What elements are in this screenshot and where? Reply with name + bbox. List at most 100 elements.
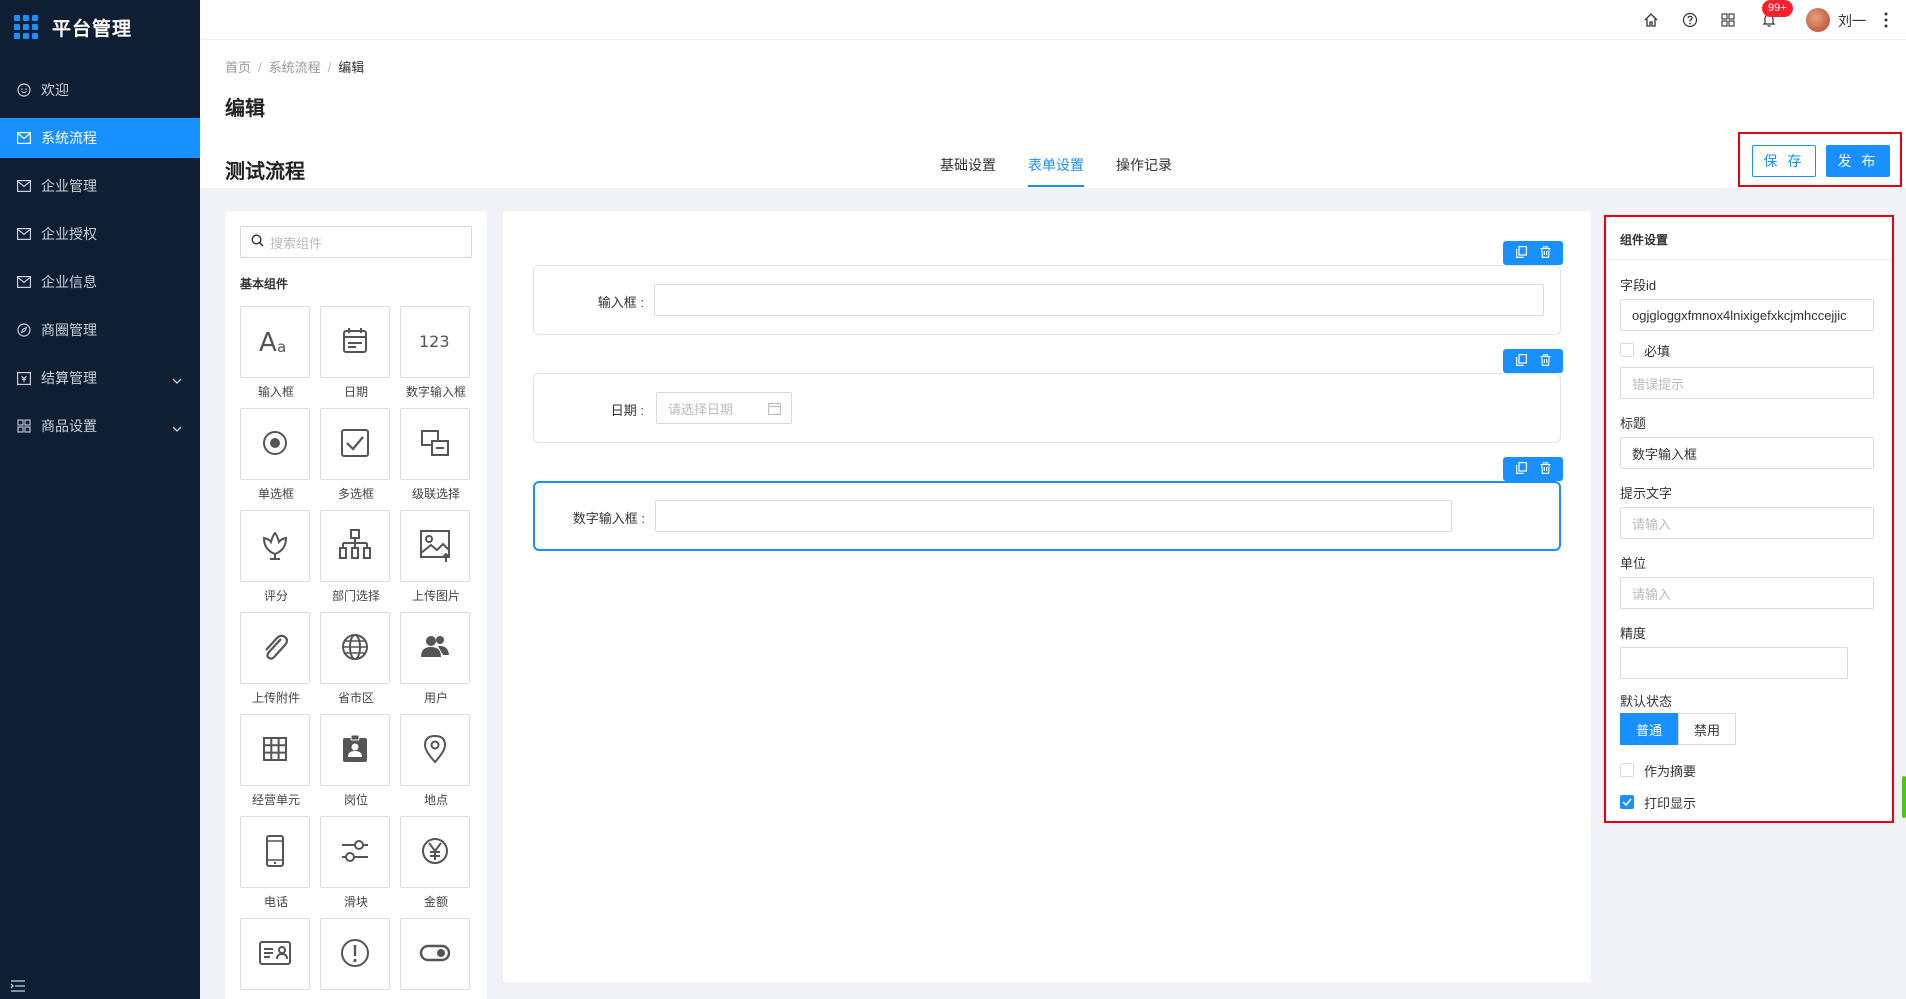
error-message-input[interactable]: 错误提示 (1620, 367, 1874, 399)
component-checkbox[interactable]: 多选框 (320, 408, 390, 501)
copy-icon[interactable] (1515, 245, 1527, 261)
delete-icon[interactable] (1540, 461, 1551, 477)
precision-input[interactable] (1620, 647, 1848, 679)
search-input[interactable]: 搜索组件 (240, 226, 472, 258)
settlement-icon (16, 370, 32, 386)
summary-checkbox[interactable] (1620, 763, 1634, 777)
svg-text:123: 123 (419, 332, 450, 351)
component-business-unit[interactable]: 经营单元 (240, 714, 310, 807)
title-input[interactable]: 数字输入框 (1620, 437, 1874, 469)
phone-icon (256, 832, 294, 873)
delete-icon[interactable] (1540, 245, 1551, 261)
delete-icon[interactable] (1540, 353, 1551, 369)
breadcrumb-home[interactable]: 首页 (225, 60, 251, 75)
tab-operation-log[interactable]: 操作记录 (1116, 155, 1172, 187)
state-option-normal[interactable]: 普通 (1620, 713, 1678, 745)
component-label: 经营单元 (251, 793, 300, 807)
tab-form-settings[interactable]: 表单设置 (1028, 155, 1084, 187)
sidebar-item-enterprise-auth[interactable]: 企业授权 (0, 214, 200, 254)
sidebar-item-label: 企业信息 (41, 274, 97, 290)
settings-title: 组件设置 (1620, 233, 1669, 247)
field-label: 数字输入框 : (572, 511, 645, 526)
state-option-disabled[interactable]: 禁用 (1678, 713, 1736, 745)
default-state-toggle: 普通 禁用 (1620, 713, 1736, 745)
hint-input[interactable]: 请输入 (1620, 507, 1874, 539)
breadcrumb: 首页 / 系统流程 / 编辑 (225, 57, 364, 76)
copy-icon[interactable] (1515, 353, 1527, 369)
sidebar-item-business-district[interactable]: 商圈管理 (0, 310, 200, 350)
app-grid-icon (14, 15, 38, 39)
page-header: 首页 / 系统流程 / 编辑 编辑 测试流程 基础设置 表单设置 操作记录 保 存 发 … (200, 40, 1906, 188)
users-icon (416, 628, 454, 669)
menu-collapse-icon[interactable] (10, 979, 28, 993)
smile-icon (16, 82, 32, 98)
sidebar-item-system-flow[interactable]: 系统流程 (0, 118, 200, 158)
component-label: 金额 (423, 895, 448, 909)
badge-icon (336, 730, 374, 771)
form-field-number[interactable]: 数字输入框 : (533, 481, 1561, 551)
search-icon (251, 234, 264, 250)
chevron-down-icon (172, 419, 182, 435)
component-alert[interactable] (320, 918, 390, 990)
field-id-input[interactable]: ogjgloggxfmnox4lnixigefxkcjmhccejjic (1620, 299, 1874, 331)
sidebar-item-settlement[interactable]: 结算管理 (0, 358, 200, 398)
home-icon[interactable] (1641, 10, 1661, 30)
component-label: 上传图片 (411, 589, 460, 603)
component-department[interactable]: 部门选择 (320, 510, 390, 603)
component-label: 评分 (263, 589, 288, 603)
username[interactable]: 刘一 (1838, 11, 1866, 31)
text-field-input[interactable] (654, 284, 1544, 316)
form-field-date[interactable]: 日期 : 请选择日期 (533, 373, 1561, 443)
save-button[interactable]: 保 存 (1752, 145, 1816, 177)
print-checkbox[interactable] (1620, 795, 1634, 809)
logo[interactable]: 平台管理 (0, 0, 200, 54)
chevron-down-icon (172, 371, 182, 387)
copy-icon[interactable] (1515, 461, 1527, 477)
component-toggle[interactable] (400, 918, 470, 990)
number-field-input[interactable] (655, 500, 1452, 532)
side-tab[interactable] (1902, 776, 1906, 818)
component-label: 级联选择 (411, 487, 460, 501)
component-region[interactable]: 省市区 (320, 612, 390, 705)
component-cascade[interactable]: 级联选择 (400, 408, 470, 501)
component-radio[interactable]: 单选框 (240, 408, 310, 501)
field-id-label: 字段id (1620, 278, 1657, 293)
sidebar-item-label: 商品设置 (41, 418, 97, 434)
sidebar-item-enterprise-management[interactable]: 企业管理 (0, 166, 200, 206)
apps-icon[interactable] (1718, 10, 1738, 30)
date-field-input[interactable]: 请选择日期 (656, 392, 792, 424)
tab-basic-settings[interactable]: 基础设置 (940, 155, 996, 187)
component-text-input[interactable]: Aa 输入框 (240, 306, 310, 399)
required-checkbox[interactable] (1620, 343, 1634, 357)
component-id-card[interactable] (240, 918, 310, 990)
component-image-upload[interactable]: 上传图片 (400, 510, 470, 603)
component-rating[interactable]: 评分 (240, 510, 310, 603)
component-amount[interactable]: 金额 (400, 816, 470, 909)
component-position[interactable]: 岗位 (320, 714, 390, 807)
sidebar-item-product-settings[interactable]: 商品设置 (0, 406, 200, 446)
sidebar-item-welcome[interactable]: 欢迎 (0, 70, 200, 110)
publish-button[interactable]: 发 布 (1826, 145, 1890, 177)
date-placeholder: 请选择日期 (668, 401, 734, 417)
field-label: 日期 : (610, 403, 644, 418)
avatar[interactable] (1806, 8, 1830, 32)
calendar-icon (336, 322, 374, 363)
help-icon[interactable] (1680, 10, 1700, 30)
form-field-text[interactable]: 输入框 : (533, 265, 1561, 335)
component-date[interactable]: 日期 (320, 306, 390, 399)
sidebar-item-enterprise-info[interactable]: 企业信息 (0, 262, 200, 302)
unit-input[interactable]: 请输入 (1620, 577, 1874, 609)
component-number[interactable]: 123 数字输入框 (400, 306, 470, 399)
component-attachment[interactable]: 上传附件 (240, 612, 310, 705)
more-vertical-icon[interactable] (1876, 10, 1896, 30)
component-location[interactable]: 地点 (400, 714, 470, 807)
component-slider[interactable]: 滑块 (320, 816, 390, 909)
component-phone[interactable]: 电话 (240, 816, 310, 909)
breadcrumb-system-flow[interactable]: 系统流程 (269, 60, 321, 75)
breadcrumb-current: 编辑 (338, 60, 365, 75)
field-toolbar (1503, 457, 1563, 481)
precision-label: 精度 (1620, 626, 1647, 641)
component-palette: 搜索组件 基本组件 Aa 输入框 日期 123 数字输入框 单选框 多选框 级联… (225, 211, 487, 999)
search-placeholder: 搜索组件 (270, 235, 323, 251)
component-user[interactable]: 用户 (400, 612, 470, 705)
